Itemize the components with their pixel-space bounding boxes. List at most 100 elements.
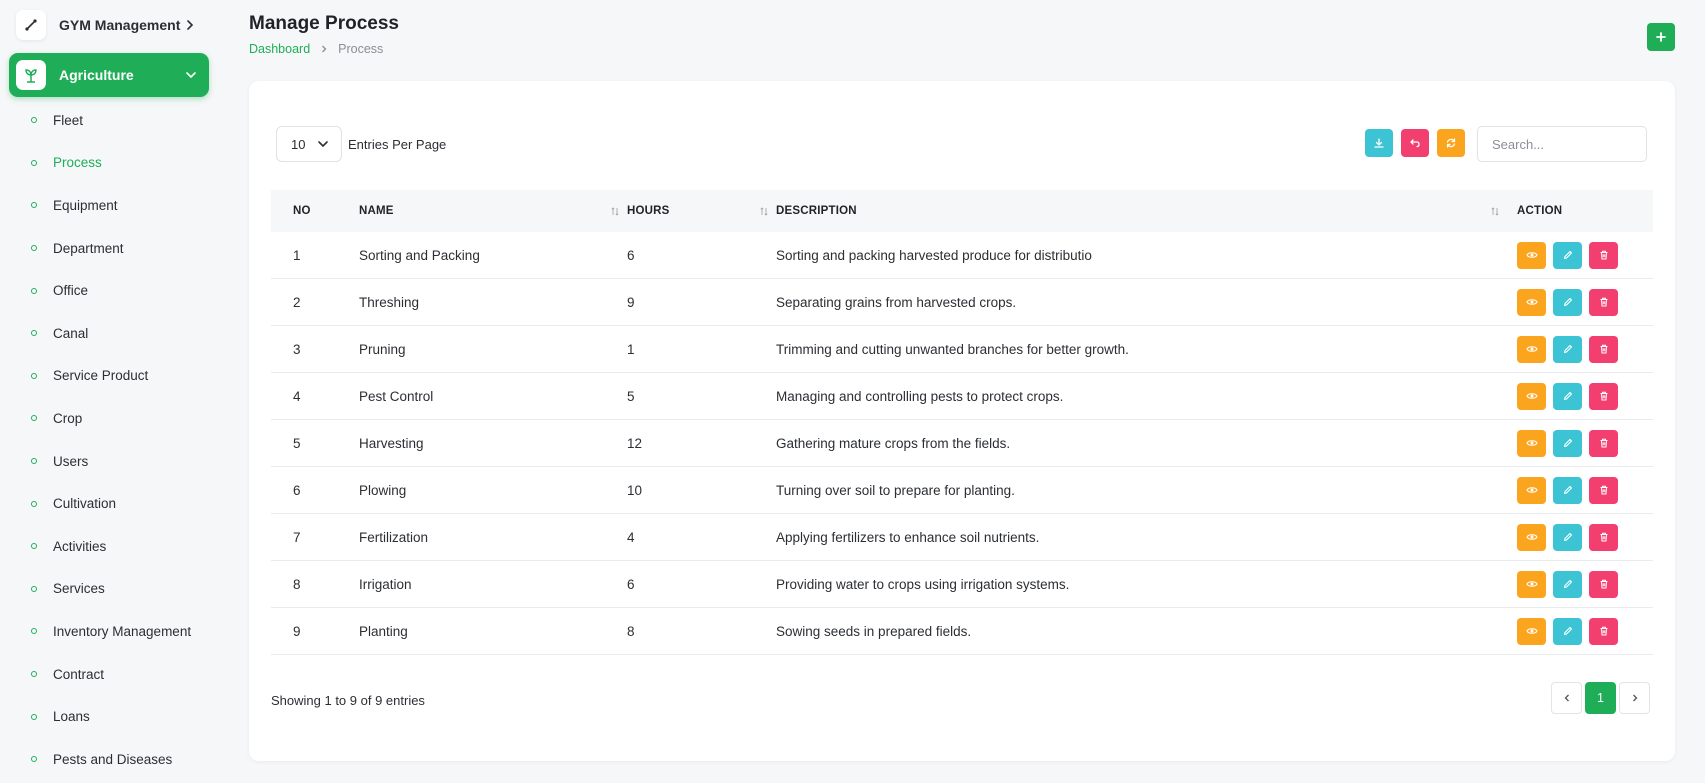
entries-label: Entries Per Page [348,136,447,152]
next-page-button[interactable] [1619,682,1650,714]
sidebar-item-service-product[interactable]: Service Product [0,355,217,398]
cell-no: 9 [293,623,301,639]
sidebar-item-crop[interactable]: Crop [0,397,217,440]
undo-icon [1410,139,1420,148]
page-button-current[interactable]: 1 [1585,682,1616,714]
view-button[interactable] [1517,241,1546,269]
undo-button[interactable] [1401,129,1429,157]
eye-icon [1525,296,1538,308]
bullet-icon [31,458,37,465]
sidebar-item-agriculture[interactable]: Agriculture [9,53,209,97]
edit-button[interactable] [1553,241,1582,269]
process-card: 10 Entries Per Page NO NAME HOURS D [249,81,1675,761]
cell-no: 2 [293,294,301,310]
cell-hours: 5 [627,388,635,404]
bullet-icon [31,713,37,720]
sidebar-item-gym-management[interactable]: GYM Management [15,8,205,42]
sidebar-item-inventory-management[interactable]: Inventory Management [0,610,217,653]
sidebar-item-label: Contract [53,666,105,682]
pencil-icon [1562,390,1574,402]
sidebar-item-process[interactable]: Process [0,142,217,185]
trash-icon [1598,484,1610,496]
edit-button[interactable] [1553,523,1582,551]
delete-button[interactable] [1589,570,1618,598]
cell-name: Sorting and Packing [359,247,480,263]
column-header-hours[interactable]: HOURS [627,205,776,217]
sidebar-item-label: Agriculture [59,67,134,83]
cell-actions [1507,617,1653,645]
sidebar-item-office[interactable]: Office [0,269,217,312]
sidebar-item-contract[interactable]: Contract [0,653,217,696]
pagination: 1 [1551,682,1650,714]
breadcrumb: Dashboard Process [249,42,383,56]
table-row: 8 Irrigation 6 Providing water to crops usi… [271,561,1653,608]
cell-hours: 4 [627,529,635,545]
entries-select[interactable]: 10 [276,126,342,162]
cell-no: 6 [293,482,301,498]
view-button[interactable] [1517,523,1546,551]
edit-button[interactable] [1553,617,1582,645]
cell-description: Managing and controlling pests to protec… [776,388,1064,404]
breadcrumb-dashboard-link[interactable]: Dashboard [249,42,310,56]
sidebar-item-label: Canal [53,325,89,341]
eye-icon [1525,625,1538,637]
sidebar-item-loans[interactable]: Loans [0,695,217,738]
view-button[interactable] [1517,288,1546,316]
column-header-name[interactable]: NAME [359,205,627,217]
delete-button[interactable] [1589,382,1618,410]
sidebar-item-fleet[interactable]: Fleet [0,99,217,142]
edit-button[interactable] [1553,335,1582,363]
view-button[interactable] [1517,429,1546,457]
edit-button[interactable] [1553,429,1582,457]
delete-button[interactable] [1589,617,1618,645]
sidebar-item-canal[interactable]: Canal [0,312,217,355]
sidebar-item-equipment[interactable]: Equipment [0,184,217,227]
breadcrumb-current: Process [338,42,384,56]
delete-button[interactable] [1589,429,1618,457]
showing-entries-text: Showing 1 to 9 of 9 entries [271,693,425,708]
search-input[interactable] [1477,126,1647,162]
sort-icon [1491,206,1499,216]
bullet-icon [31,117,37,124]
cell-name: Harvesting [359,435,424,451]
view-button[interactable] [1517,476,1546,504]
view-button[interactable] [1517,570,1546,598]
column-header-label: NAME [359,205,394,217]
sidebar-item-users[interactable]: Users [0,440,217,483]
page-title: Manage Process [249,13,399,34]
edit-button[interactable] [1553,288,1582,316]
cell-hours: 8 [627,623,635,639]
edit-button[interactable] [1553,570,1582,598]
delete-button[interactable] [1589,476,1618,504]
entries-per-page: 10 Entries Per Page [276,126,446,162]
add-process-button[interactable] [1647,23,1675,51]
view-button[interactable] [1517,617,1546,645]
prev-page-button[interactable] [1551,682,1582,714]
sidebar-item-cultivation[interactable]: Cultivation [0,482,217,525]
column-header-label: HOURS [627,205,670,217]
eye-icon [1525,390,1538,402]
download-button[interactable] [1365,129,1393,157]
view-button[interactable] [1517,335,1546,363]
view-button[interactable] [1517,382,1546,410]
refresh-button[interactable] [1437,129,1465,157]
sidebar-item-pests-and-diseases[interactable]: Pests and Diseases [0,738,217,781]
sidebar-item-department[interactable]: Department [0,227,217,270]
edit-button[interactable] [1553,382,1582,410]
cell-no: 4 [293,388,301,404]
sidebar-item-label: Equipment [53,197,118,213]
column-header-description[interactable]: DESCRIPTION [776,205,1507,217]
sort-icon [611,206,619,216]
delete-button[interactable] [1589,241,1618,269]
trash-icon [1598,296,1610,308]
delete-button[interactable] [1589,523,1618,551]
sidebar-item-label: Cultivation [53,496,117,512]
sidebar-item-label: Crop [53,410,83,426]
sidebar-item-services[interactable]: Services [0,568,217,611]
bullet-icon [31,585,37,592]
delete-button[interactable] [1589,335,1618,363]
chevron-left-icon [1564,694,1569,702]
sidebar-item-activities[interactable]: Activities [0,525,217,568]
delete-button[interactable] [1589,288,1618,316]
edit-button[interactable] [1553,476,1582,504]
